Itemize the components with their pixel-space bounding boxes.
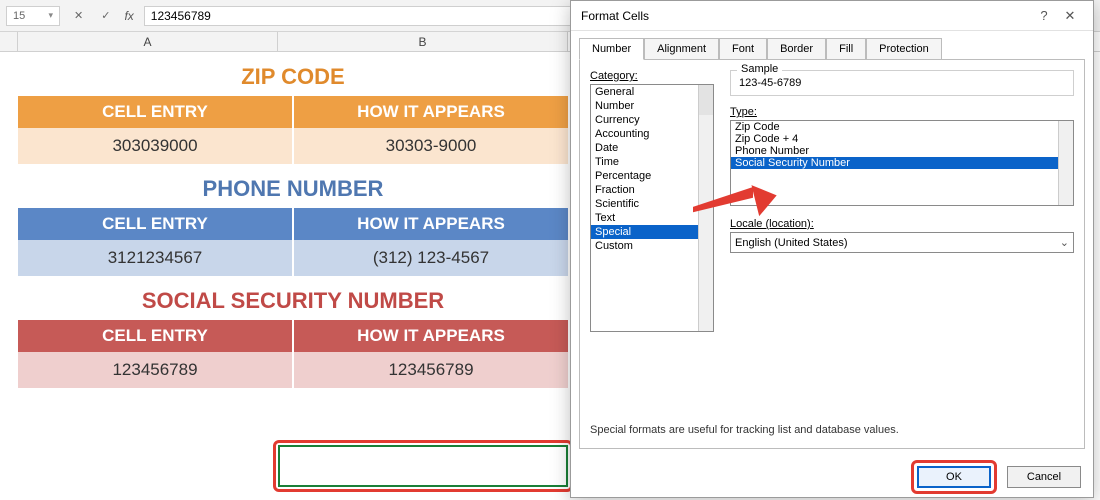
category-item[interactable]: Scientific (591, 197, 713, 211)
zip-appears-cell[interactable]: 30303-9000 (294, 128, 568, 164)
category-item-selected[interactable]: Special (591, 225, 713, 239)
tab-font[interactable]: Font (719, 38, 767, 60)
dialog-buttons: OK Cancel (571, 457, 1093, 497)
dialog-title: Format Cells (581, 9, 649, 23)
type-item[interactable]: Phone Number (731, 145, 1073, 157)
ok-highlight: OK (911, 460, 997, 494)
fx-icon[interactable]: fx (124, 9, 133, 23)
phone-appears-cell[interactable]: (312) 123-4567 (294, 240, 568, 276)
ok-button[interactable]: OK (917, 466, 991, 488)
category-item[interactable]: Percentage (591, 169, 713, 183)
locale-value: English (United States) (735, 237, 848, 249)
sample-label: Sample (737, 63, 782, 75)
tab-number[interactable]: Number (579, 38, 644, 60)
sample-box: Sample 123-45-6789 (730, 70, 1074, 96)
section-zip: ZIP CODE CELL ENTRY HOW IT APPEARS 30303… (18, 54, 568, 164)
tab-protection[interactable]: Protection (866, 38, 942, 60)
tab-border[interactable]: Border (767, 38, 826, 60)
section-phone: PHONE NUMBER CELL ENTRY HOW IT APPEARS 3… (18, 166, 568, 276)
column-header-a[interactable]: A (18, 32, 278, 51)
dialog-tabs: Number Alignment Font Border Fill Protec… (571, 31, 1093, 59)
format-cells-dialog: Format Cells ? ✕ Number Alignment Font B… (570, 0, 1094, 498)
category-list[interactable]: General Number Currency Accounting Date … (590, 84, 714, 332)
type-list[interactable]: Zip Code Zip Code + 4 Phone Number Socia… (730, 120, 1074, 206)
type-item-selected[interactable]: Social Security Number (731, 157, 1073, 169)
active-cell-outline (278, 445, 568, 487)
category-item[interactable]: General (591, 85, 713, 99)
phone-header-entry: CELL ENTRY (18, 208, 294, 240)
section-ssn-title: SOCIAL SECURITY NUMBER (18, 278, 568, 320)
sample-value: 123-45-6789 (739, 77, 801, 89)
emphasis-highlight (273, 440, 573, 492)
category-item[interactable]: Fraction (591, 183, 713, 197)
ssn-header-entry: CELL ENTRY (18, 320, 294, 352)
zip-header-appears: HOW IT APPEARS (294, 96, 568, 128)
section-ssn: SOCIAL SECURITY NUMBER CELL ENTRY HOW IT… (18, 278, 568, 388)
column-header-b[interactable]: B (278, 32, 568, 51)
format-hint: Special formats are useful for tracking … (590, 424, 1074, 436)
ssn-entry-cell[interactable]: 123456789 (18, 352, 294, 388)
category-item[interactable]: Accounting (591, 127, 713, 141)
category-item[interactable]: Custom (591, 239, 713, 253)
name-box[interactable]: 15 (6, 6, 60, 26)
category-scrollbar[interactable] (698, 85, 713, 331)
locale-select[interactable]: English (United States) (730, 232, 1074, 253)
tab-number-body: Category: General Number Currency Accoun… (579, 59, 1085, 449)
category-item[interactable]: Time (591, 155, 713, 169)
type-label: Type: (730, 106, 1074, 118)
category-item[interactable]: Text (591, 211, 713, 225)
type-item[interactable]: Zip Code + 4 (731, 133, 1073, 145)
fx-accept-icon[interactable]: ✓ (97, 9, 114, 22)
type-item[interactable]: Zip Code (731, 121, 1073, 133)
category-item[interactable]: Currency (591, 113, 713, 127)
help-icon[interactable]: ? (1031, 8, 1057, 23)
section-phone-title: PHONE NUMBER (18, 166, 568, 208)
close-icon[interactable]: ✕ (1057, 8, 1083, 24)
ssn-appears-cell[interactable]: 123456789 (294, 352, 568, 388)
category-item[interactable]: Number (591, 99, 713, 113)
phone-header-appears: HOW IT APPEARS (294, 208, 568, 240)
zip-entry-cell[interactable]: 303039000 (18, 128, 294, 164)
fx-cancel-icon[interactable]: ✕ (70, 9, 87, 22)
ssn-header-appears: HOW IT APPEARS (294, 320, 568, 352)
category-item[interactable]: Date (591, 141, 713, 155)
tab-fill[interactable]: Fill (826, 38, 866, 60)
tab-alignment[interactable]: Alignment (644, 38, 719, 60)
cancel-button[interactable]: Cancel (1007, 466, 1081, 488)
locale-label: Locale (location): (730, 218, 1074, 230)
section-zip-title: ZIP CODE (18, 54, 568, 96)
zip-header-entry: CELL ENTRY (18, 96, 294, 128)
dialog-titlebar: Format Cells ? ✕ (571, 1, 1093, 31)
select-all-corner[interactable] (0, 32, 18, 51)
phone-entry-cell[interactable]: 3121234567 (18, 240, 294, 276)
type-scrollbar[interactable] (1058, 121, 1073, 205)
